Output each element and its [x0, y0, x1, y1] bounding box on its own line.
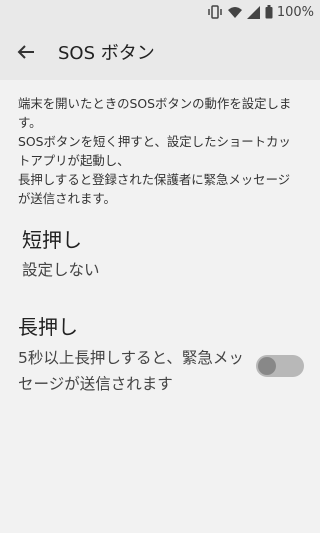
- signal-icon: [246, 5, 261, 19]
- long-press-title: 長押し: [18, 315, 78, 339]
- short-press-summary: 設定しない: [22, 261, 100, 279]
- long-press-setting[interactable]: 長押し 5秒以上長押しすると、緊急メッセージが送信されます: [18, 313, 304, 397]
- app-bar: SOS ボタン: [0, 24, 320, 80]
- long-press-summary: 5秒以上長押しすると、緊急メッセージが送信されます: [18, 349, 244, 393]
- vibrate-icon: [207, 5, 223, 19]
- short-press-title: 短押し: [22, 228, 82, 252]
- long-press-toggle[interactable]: [256, 355, 304, 377]
- wifi-icon: [227, 6, 243, 19]
- battery-percentage: 100%: [276, 4, 314, 20]
- page-title: SOS ボタン: [58, 43, 155, 64]
- battery-icon: [265, 5, 273, 19]
- back-arrow-icon: [17, 45, 34, 59]
- short-press-setting[interactable]: 短押し 設定しない: [18, 226, 302, 283]
- toggle-knob: [258, 357, 276, 375]
- content: 端末を開いたときのSOSボタンの動作を設定します。 SOSボタンを短く押すと、設…: [0, 80, 320, 397]
- status-bar: 100%: [0, 0, 320, 24]
- back-button[interactable]: [12, 38, 40, 66]
- description-text: 端末を開いたときのSOSボタンの動作を設定します。 SOSボタンを短く押すと、設…: [18, 96, 292, 206]
